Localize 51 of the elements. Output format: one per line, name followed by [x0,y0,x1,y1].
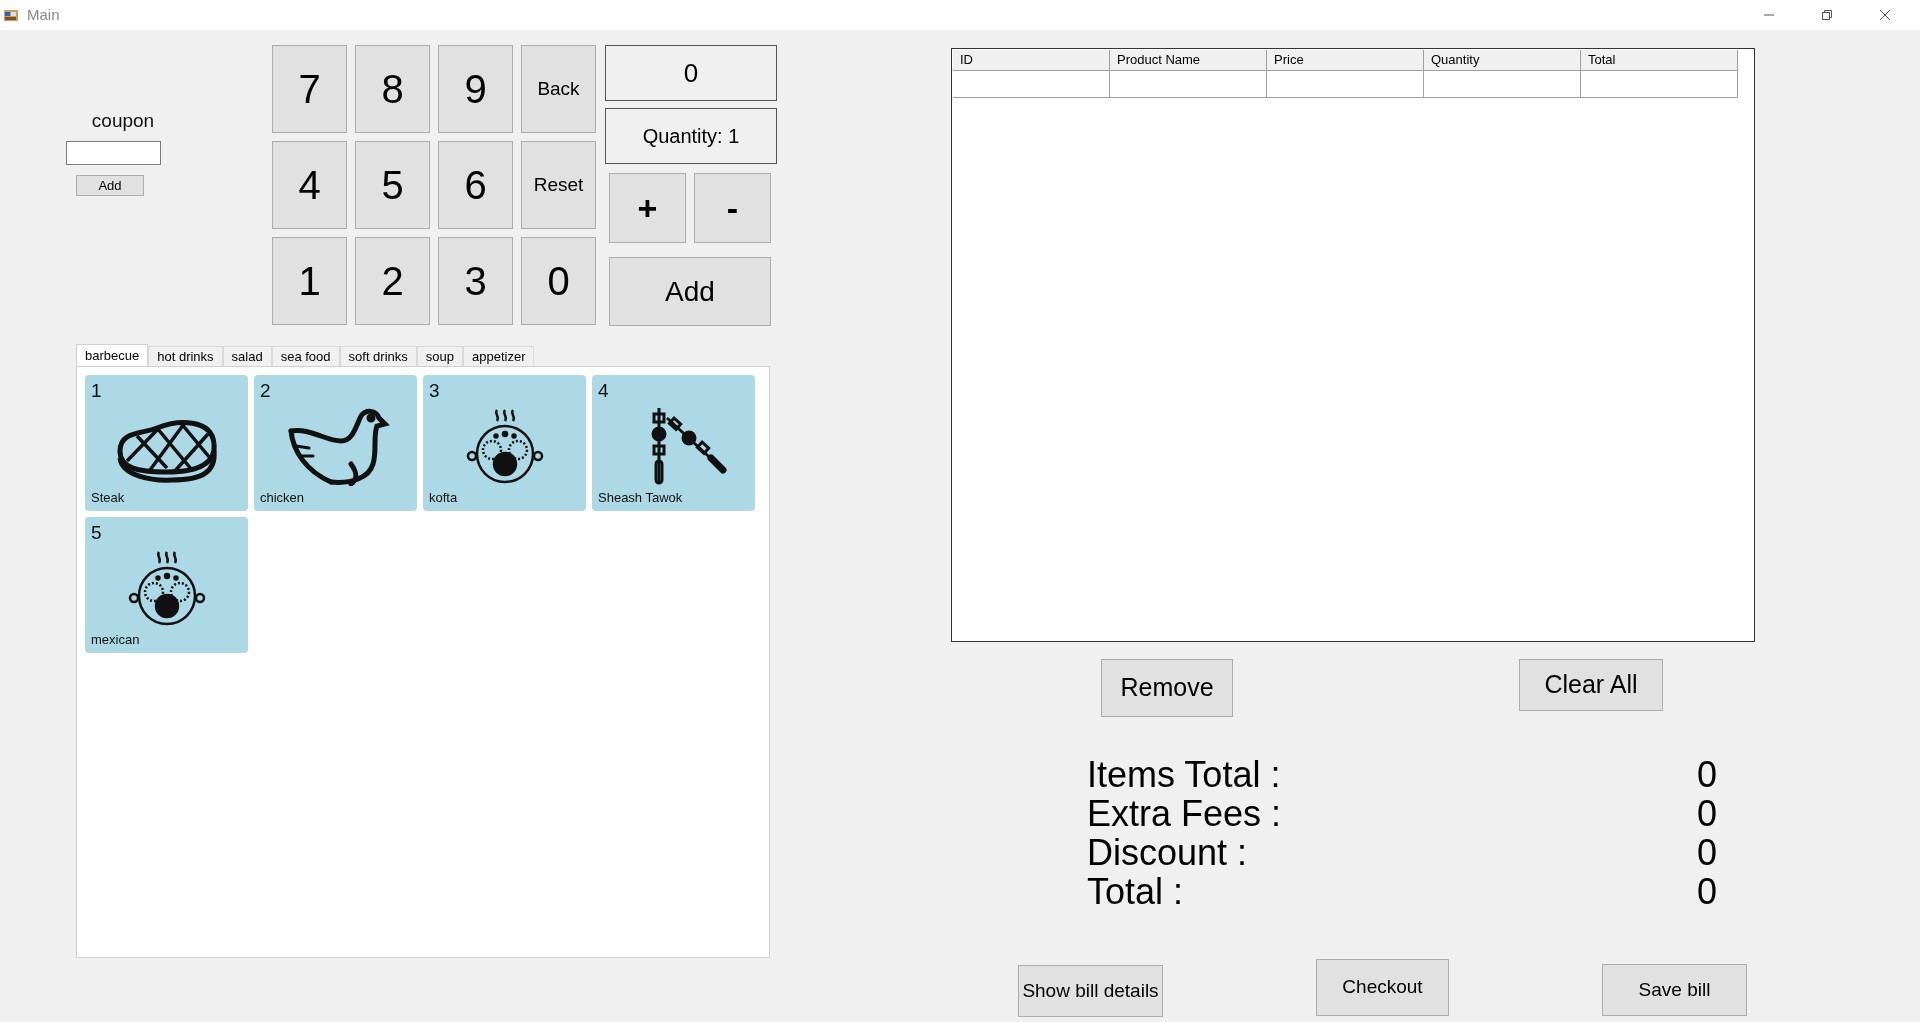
table-cell[interactable] [1267,71,1424,98]
column-header: Product Name [1110,50,1267,71]
plus-button[interactable]: + [609,173,686,243]
category-tab[interactable]: soft drinks [339,346,417,366]
product-tile[interactable]: 3 kofta [423,375,586,511]
keypad-button[interactable]: 3 [438,237,513,325]
bill-action-button[interactable]: Show bill details [1018,965,1163,1017]
column-header: ID [953,50,1110,71]
category-tab[interactable]: appetizer [463,346,535,366]
category-tab[interactable]: hot drinks [148,346,223,366]
keypad-button[interactable]: Back [521,45,596,133]
minus-button[interactable]: - [694,173,771,243]
category-tab[interactable]: sea food [271,346,340,366]
restore-icon[interactable] [1821,9,1833,21]
keypad-button[interactable]: 4 [272,141,347,229]
keypad-button[interactable]: Reset [521,141,596,229]
coupon-add-button[interactable]: Add [76,174,144,196]
keypad-button[interactable]: 0 [521,237,596,325]
category-tab[interactable]: soup [416,346,463,366]
table-cell[interactable] [1581,71,1738,98]
bill-action-button[interactable]: Checkout [1316,959,1449,1016]
keypad-button[interactable]: 2 [355,237,430,325]
table-cell[interactable] [1424,71,1581,98]
coupon-field[interactable] [66,140,161,165]
clear-all-button[interactable]: Clear All [1519,659,1663,711]
keypad-button[interactable]: 1 [272,237,347,325]
close-icon[interactable] [1879,9,1891,21]
column-header: Total [1581,50,1738,71]
product-tile[interactable]: 5 mexican [85,517,248,653]
column-header: Quantity [1424,50,1581,71]
keypad-button[interactable]: 7 [272,45,347,133]
keypad-button[interactable]: 9 [438,45,513,133]
remove-button[interactable]: Remove [1101,659,1233,717]
coupon-label: coupon [90,109,156,133]
category-tab[interactable]: barbecue [76,344,149,366]
product-tile[interactable]: 2 chicken [254,375,417,511]
table-cell[interactable] [953,71,1110,98]
product-tile[interactable]: 4 Sheash Tawok [592,375,755,511]
product-tile[interactable]: 1 Steak [85,375,248,511]
add-button[interactable]: Add [609,257,771,326]
bill-action-button[interactable]: Save bill [1602,964,1747,1016]
amount-display: 0 [605,45,777,101]
table-cell[interactable] [1110,71,1267,98]
keypad-button[interactable]: 5 [355,141,430,229]
keypad-button[interactable]: 8 [355,45,430,133]
column-header: Price [1267,50,1424,71]
keypad-button[interactable]: 6 [438,141,513,229]
window-title: Main [27,4,60,25]
category-tab[interactable]: salad [222,346,272,366]
quantity-display: Quantity: 1 [605,108,777,164]
app-icon [3,7,19,23]
